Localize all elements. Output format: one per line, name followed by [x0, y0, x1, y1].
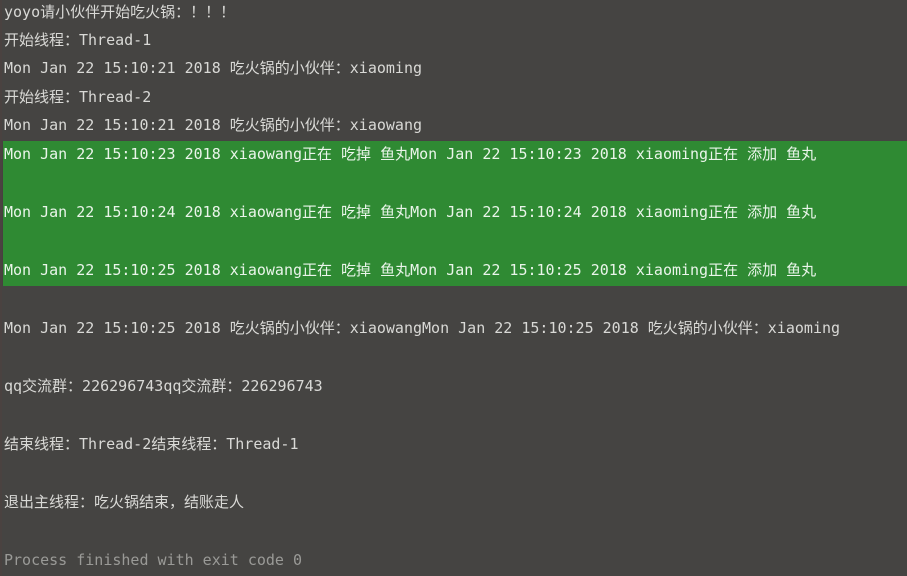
console-line-layer: yoyo请小伙伴开始吃火锅：！！！ 开始线程：Thread-1 Mon Jan 22…	[0, 0, 907, 576]
console-line: yoyo请小伙伴开始吃火锅：！！！	[4, 3, 236, 21]
console-line: Mon Jan 22 15:10:21 2018 吃火锅的小伙伴：xiaowan…	[4, 116, 423, 134]
console-line: Mon Jan 22 15:10:25 2018 吃火锅的小伙伴：xiaowan…	[4, 319, 841, 337]
console-line: Mon Jan 22 15:10:21 2018 吃火锅的小伙伴：xiaomin…	[4, 59, 423, 77]
console-line: 结束线程：Thread-2结束线程：Thread-1	[4, 435, 299, 453]
console-line: Process finished with exit code 0	[4, 551, 303, 569]
run-output-console[interactable]: yoyo请小伙伴开始吃火锅：！！！ 开始线程：Thread-1 Mon Jan 22…	[0, 0, 907, 576]
console-line: 开始线程：Thread-2	[4, 88, 152, 106]
console-line: Mon Jan 22 15:10:23 2018 xiaowang正在 吃掉 鱼…	[4, 145, 817, 163]
console-line: 开始线程：Thread-1	[4, 31, 152, 49]
console-line: 退出主线程：吃火锅结束，结账走人	[4, 493, 245, 511]
console-line: Mon Jan 22 15:10:25 2018 xiaowang正在 吃掉 鱼…	[4, 261, 817, 279]
console-line: Mon Jan 22 15:10:24 2018 xiaowang正在 吃掉 鱼…	[4, 203, 817, 221]
console-line: qq交流群：226296743qq交流群：226296743	[4, 377, 323, 395]
console-left-gutter	[0, 0, 2, 576]
